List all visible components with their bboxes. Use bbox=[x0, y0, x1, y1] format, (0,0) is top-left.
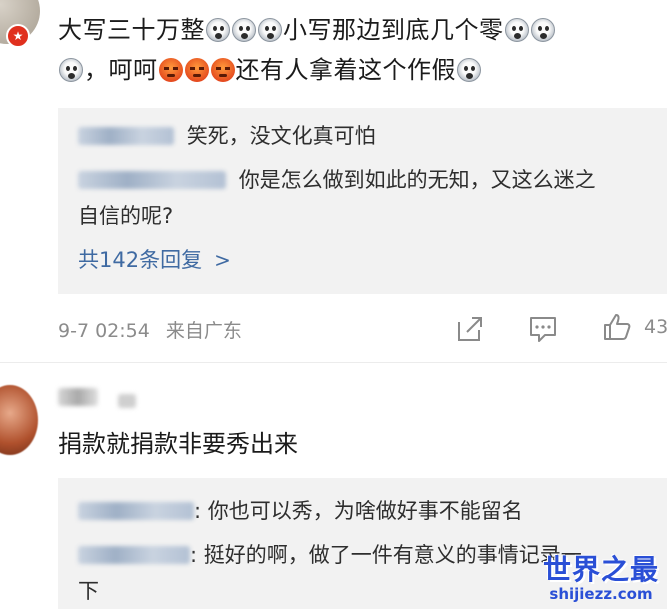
comment-text-part: 还有人拿着这个作假 bbox=[235, 56, 456, 84]
reply-text: 笑死，没文化真可怕 bbox=[186, 124, 376, 148]
comment-location: 来自广东 bbox=[165, 320, 242, 342]
angry-emoji-icon bbox=[184, 58, 209, 82]
reply-username[interactable] bbox=[78, 546, 190, 564]
comment-time: 9-7 02:54 bbox=[58, 320, 150, 342]
comment-text: 捐款就捐款非要秀出来 bbox=[58, 430, 298, 458]
surprise-emoji-icon bbox=[530, 18, 555, 42]
comment-meta: 9-7 02:54 来自广东 bbox=[58, 316, 242, 343]
surprise-emoji-icon bbox=[258, 18, 282, 42]
user-avatar[interactable] bbox=[0, 385, 38, 455]
site-watermark: 世界之最 shijiezz.com bbox=[542, 553, 659, 604]
reply-text: : 你也可以秀，为啥做好事不能留名 bbox=[194, 499, 523, 523]
surprise-emoji-icon bbox=[504, 18, 529, 42]
verified-badge-icon: ★ bbox=[6, 24, 30, 48]
like-count: 43 bbox=[644, 316, 667, 338]
like-icon[interactable] bbox=[602, 312, 632, 342]
share-icon[interactable] bbox=[455, 314, 485, 344]
angry-emoji-icon bbox=[210, 58, 235, 82]
reply-item[interactable]: 笑死，没文化真可怕 bbox=[78, 118, 376, 154]
watermark-url: shijiezz.com bbox=[549, 585, 653, 603]
reply-text-continuation: 下 bbox=[78, 579, 99, 603]
reply-item[interactable]: 你是怎么做到如此的无知，又这么迷之 bbox=[78, 162, 596, 198]
reply-text: 你是怎么做到如此的无知，又这么迷之 bbox=[238, 168, 596, 192]
surprise-emoji-icon bbox=[59, 58, 83, 82]
reply-username[interactable] bbox=[78, 127, 174, 145]
username-blurred[interactable] bbox=[118, 394, 136, 408]
surprise-emoji-icon bbox=[457, 58, 481, 82]
username-blurred[interactable] bbox=[58, 388, 98, 406]
comment-text: 大写三十万整 小写那边到底几个零 ，呵呵 还有人拿着这个作假 bbox=[58, 10, 658, 90]
comment-text-part: ，呵呵 bbox=[84, 56, 158, 84]
reply-username[interactable] bbox=[78, 171, 226, 189]
reply-item[interactable]: : 挺好的啊，做了一件有意义的事情记录一 bbox=[78, 537, 582, 573]
reply-text: : 挺好的啊，做了一件有意义的事情记录一 bbox=[190, 543, 582, 567]
chevron-right-icon: > bbox=[214, 248, 231, 272]
surprise-emoji-icon bbox=[232, 18, 256, 42]
comment-text-part: 小写那边到底几个零 bbox=[283, 16, 504, 44]
reply-item[interactable]: : 你也可以秀，为啥做好事不能留名 bbox=[78, 493, 523, 529]
reply-username[interactable] bbox=[78, 502, 194, 520]
surprise-emoji-icon bbox=[206, 18, 230, 42]
comment-divider bbox=[0, 362, 667, 363]
comment-text-part: 大写三十万整 bbox=[58, 16, 205, 44]
view-all-replies-link[interactable]: 共142条回复 > bbox=[78, 244, 231, 274]
comment-icon[interactable] bbox=[528, 314, 558, 344]
reply-text-continuation: 自信的呢? bbox=[78, 204, 174, 228]
view-all-replies-label: 共142条回复 bbox=[78, 248, 203, 272]
watermark-title: 世界之最 bbox=[542, 553, 659, 586]
angry-emoji-icon bbox=[158, 58, 183, 82]
